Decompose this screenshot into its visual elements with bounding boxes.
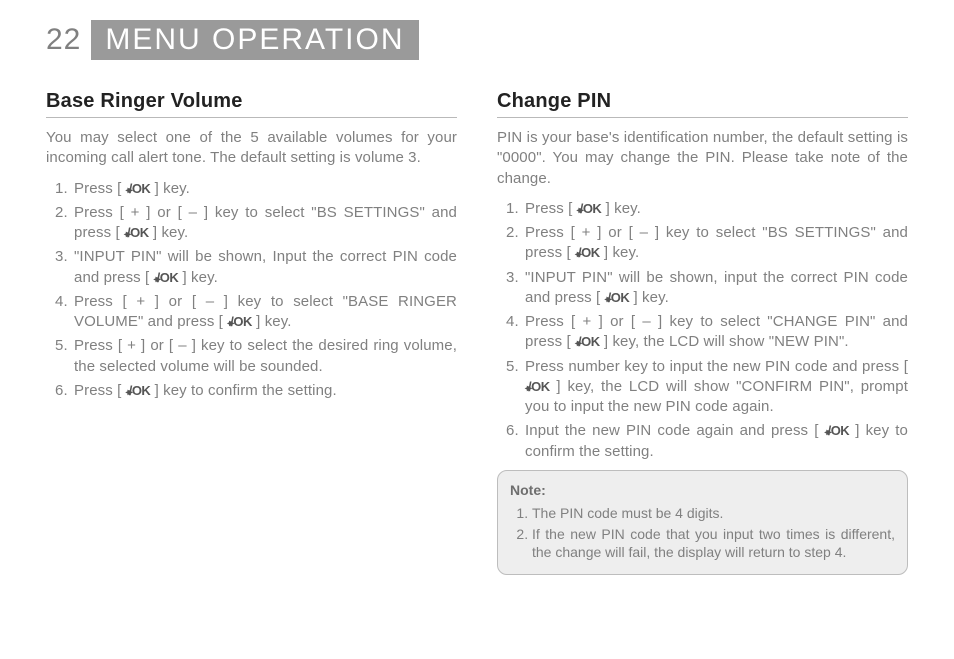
page-number: 22 [46,20,91,60]
note-box: Note: The PIN code must be 4 digits. If t… [497,470,908,576]
left-heading: Base Ringer Volume [46,90,457,113]
ok-icon: ◂▸/OK [525,379,550,394]
left-steps: Press [ ◂▸/OK ] key. Press [ + ] or [ – ]… [46,179,457,402]
step-item: Press number key to input the new PIN co… [523,357,908,418]
step-item: Press [ + ] or [ – ] key to select the d… [72,336,457,377]
manual-page: 22 MENU OPERATION Base Ringer Volume You… [0,0,954,659]
section-title: MENU OPERATION [91,20,418,60]
ok-icon: ◂▸/OK [126,181,151,196]
step-item: Press [ ◂▸/OK ] key. [523,199,908,219]
right-rule [497,117,908,118]
ok-icon: ◂▸/OK [575,245,600,260]
left-lead: You may select one of the 5 available vo… [46,128,457,169]
ok-icon: ◂▸/OK [577,201,602,216]
step-item: Press [ + ] or [ – ] key to select "BS S… [523,223,908,264]
note-items: The PIN code must be 4 digits. If the new… [510,504,895,563]
ok-icon: ◂▸/OK [825,423,850,438]
step-item: Input the new PIN code again and press [… [523,421,908,462]
note-item: The PIN code must be 4 digits. [532,504,895,523]
right-column: Change PIN PIN is your base's identifica… [497,90,908,575]
step-item: "INPUT PIN" will be shown, input the cor… [523,268,908,309]
step-item: Press [ ◂▸/OK ] key. [72,179,457,199]
ok-icon: ◂▸/OK [126,383,151,398]
left-column: Base Ringer Volume You may select one of… [46,90,457,575]
right-lead: PIN is your base's identification number… [497,128,908,189]
ok-icon: ◂▸/OK [154,270,179,285]
step-item: "INPUT PIN" will be shown, Input the cor… [72,247,457,288]
ok-icon: ◂▸/OK [227,314,252,329]
step-item: Press [ ◂▸/OK ] key to confirm the setti… [72,381,457,401]
right-heading: Change PIN [497,90,908,113]
step-item: Press [ + ] or [ – ] key to select "BASE… [72,292,457,333]
ok-icon: ◂▸/OK [575,334,600,349]
content-columns: Base Ringer Volume You may select one of… [46,90,908,575]
page-header: 22 MENU OPERATION [46,20,908,60]
step-item: Press [ + ] or [ – ] key to select "CHAN… [523,312,908,353]
note-title: Note: [510,482,546,498]
ok-icon: ◂▸/OK [605,290,630,305]
step-item: Press [ + ] or [ – ] key to select "BS S… [72,203,457,244]
left-rule [46,117,457,118]
note-item: If the new PIN code that you input two t… [532,525,895,563]
ok-icon: ◂▸/OK [124,225,149,240]
right-steps: Press [ ◂▸/OK ] key. Press [ + ] or [ – ]… [497,199,908,462]
